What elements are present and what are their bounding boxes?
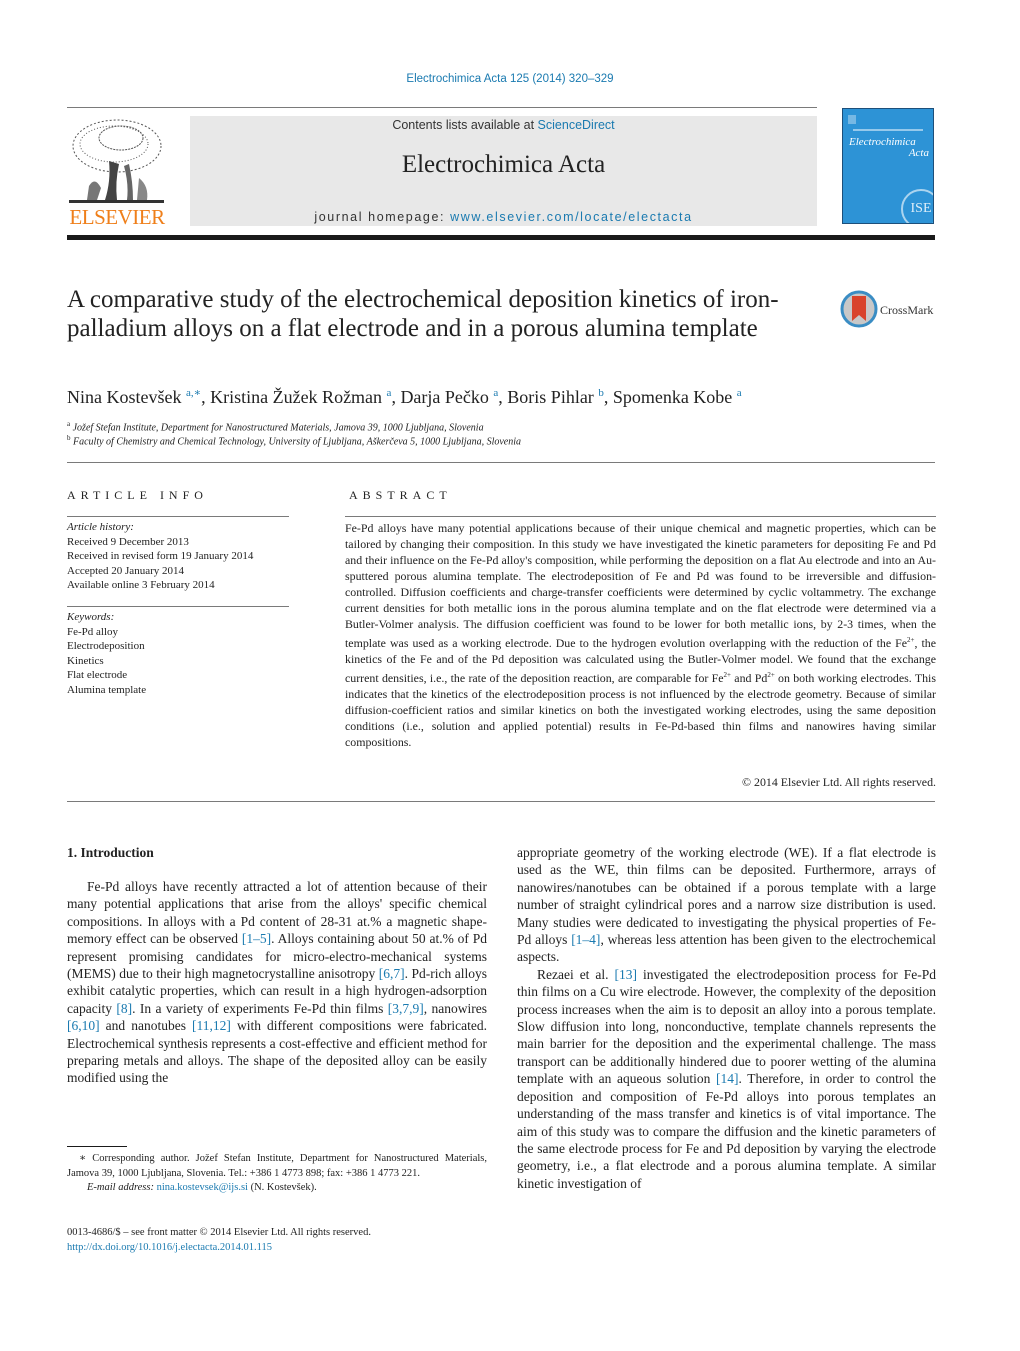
sciencedirect-link[interactable]: ScienceDirect (538, 118, 615, 132)
article-title: A comparative study of the electrochemic… (67, 286, 779, 342)
citation-link[interactable]: [6,7] (379, 966, 405, 981)
elsevier-tree-icon (69, 119, 164, 203)
header-top-rule (67, 107, 817, 108)
paragraph: Rezaei et al. [13] investigated the elec… (517, 966, 936, 1191)
abstract-bottom-divider (67, 801, 935, 802)
cover-title-line1: Electrochimica (849, 136, 916, 148)
keyword: Fe-Pd alloy (67, 625, 119, 638)
section-heading-introduction: 1. Introduction (67, 845, 154, 860)
email-label: E-mail address: (87, 1182, 157, 1193)
article-info-heading: ARTICLE INFO (67, 488, 208, 502)
contents-prefix: Contents lists available at (392, 118, 538, 132)
homepage-line: journal homepage: www.elsevier.com/locat… (190, 210, 817, 224)
author[interactable]: Darja Pečko a (400, 387, 498, 407)
journal-name: Electrochimica Acta (401, 151, 606, 178)
homepage-prefix: journal homepage: (314, 210, 451, 224)
journal-cover-thumbnail[interactable]: Electrochimica Acta ISE (842, 108, 934, 224)
author[interactable]: Kristina Žužek Rožman a (210, 387, 391, 407)
footnote-rule (67, 1146, 127, 1147)
cover-title: Electrochimica Acta (849, 137, 929, 159)
cover-subtitle-bar (853, 129, 923, 131)
article-history: Article history: Received 9 December 201… (67, 520, 289, 593)
affiliation: a Jožef Stefan Institute, Department for… (67, 420, 484, 434)
crossmark-button[interactable]: CrossMark (840, 290, 940, 330)
article-info-rule (67, 516, 289, 517)
citation-link[interactable]: [13] (615, 967, 638, 982)
citation-link[interactable]: [6,10] (67, 1018, 100, 1033)
crossmark-label: CrossMark (880, 303, 934, 317)
abstract-rule (345, 516, 936, 517)
author-email-link[interactable]: nina.kostevsek@ijs.si (157, 1182, 248, 1193)
doi-link[interactable]: http://dx.doi.org/10.1016/j.electacta.20… (67, 1242, 272, 1253)
keyword: Kinetics (67, 654, 104, 667)
keyword: Alumina template (67, 683, 147, 696)
keywords-rule (67, 606, 289, 607)
history-revised: Received in revised form 19 January 2014 (67, 550, 254, 562)
keywords-label: Keywords: (67, 611, 115, 623)
body-column-left: Fe-Pd alloys have recently attracted a l… (67, 878, 487, 1087)
issn-line: 0013-4686/$ – see front matter © 2014 El… (67, 1227, 371, 1238)
title-divider (67, 462, 935, 463)
citation-link[interactable]: [14] (716, 1071, 739, 1086)
keyword: Electrodeposition (67, 640, 145, 652)
body-column-right: appropriate geometry of the working elec… (517, 844, 936, 1192)
cover-title-line2: Acta (908, 147, 929, 159)
crossmark-icon (840, 290, 878, 328)
contents-line: Contents lists available at ScienceDirec… (190, 118, 817, 132)
header-bottom-rule (67, 235, 935, 240)
paragraph: Fe-Pd alloys have recently attracted a l… (67, 879, 488, 1086)
abstract-copyright: © 2014 Elsevier Ltd. All rights reserved… (742, 775, 936, 789)
article-history-label: Article history: (67, 521, 134, 533)
keywords: Keywords: Fe-Pd alloy Electrodeposition … (67, 610, 289, 697)
elsevier-wordmark: ELSEVIER (69, 205, 165, 229)
citation-link[interactable]: [1–5] (242, 931, 271, 946)
citation-link[interactable]: [8] (116, 1001, 132, 1016)
front-matter: 0013-4686/$ – see front matter © 2014 El… (67, 1225, 497, 1255)
journal-header-box: Contents lists available at ScienceDirec… (190, 116, 817, 226)
author[interactable]: Spomenka Kobe a (613, 387, 742, 407)
author-list: Nina Kostevšek a,∗, Kristina Žužek Rožma… (67, 387, 742, 407)
journal-homepage-link[interactable]: www.elsevier.com/locate/electacta (450, 210, 692, 224)
ise-badge-icon: ISE (901, 189, 933, 223)
cover-elsevier-mark (848, 115, 856, 124)
affiliation: b Faculty of Chemistry and Chemical Tech… (67, 434, 522, 448)
history-online: Available online 3 February 2014 (67, 579, 215, 591)
abstract-text: Fe-Pd alloys have many potential applica… (345, 521, 936, 749)
history-accepted: Accepted 20 January 2014 (67, 564, 184, 577)
author[interactable]: Boris Pihlar b (507, 387, 604, 407)
abstract-heading: ABSTRACT (349, 488, 452, 502)
author[interactable]: Nina Kostevšek a,∗ (67, 387, 201, 407)
corresponding-author-footnote: ∗ Corresponding author. Jožef Stefan Ins… (67, 1153, 487, 1193)
journal-citation[interactable]: Electrochimica Acta 125 (2014) 320–329 (0, 73, 1020, 85)
history-received: Received 9 December 2013 (67, 535, 189, 548)
keyword: Flat electrode (67, 669, 128, 681)
citation-link[interactable]: [3,7,9] (388, 1001, 424, 1016)
paragraph: appropriate geometry of the working elec… (517, 845, 936, 965)
citation-link[interactable]: [11,12] (192, 1018, 231, 1033)
elsevier-logo[interactable]: ELSEVIER (67, 116, 167, 229)
citation-link[interactable]: [1–4] (571, 932, 600, 947)
